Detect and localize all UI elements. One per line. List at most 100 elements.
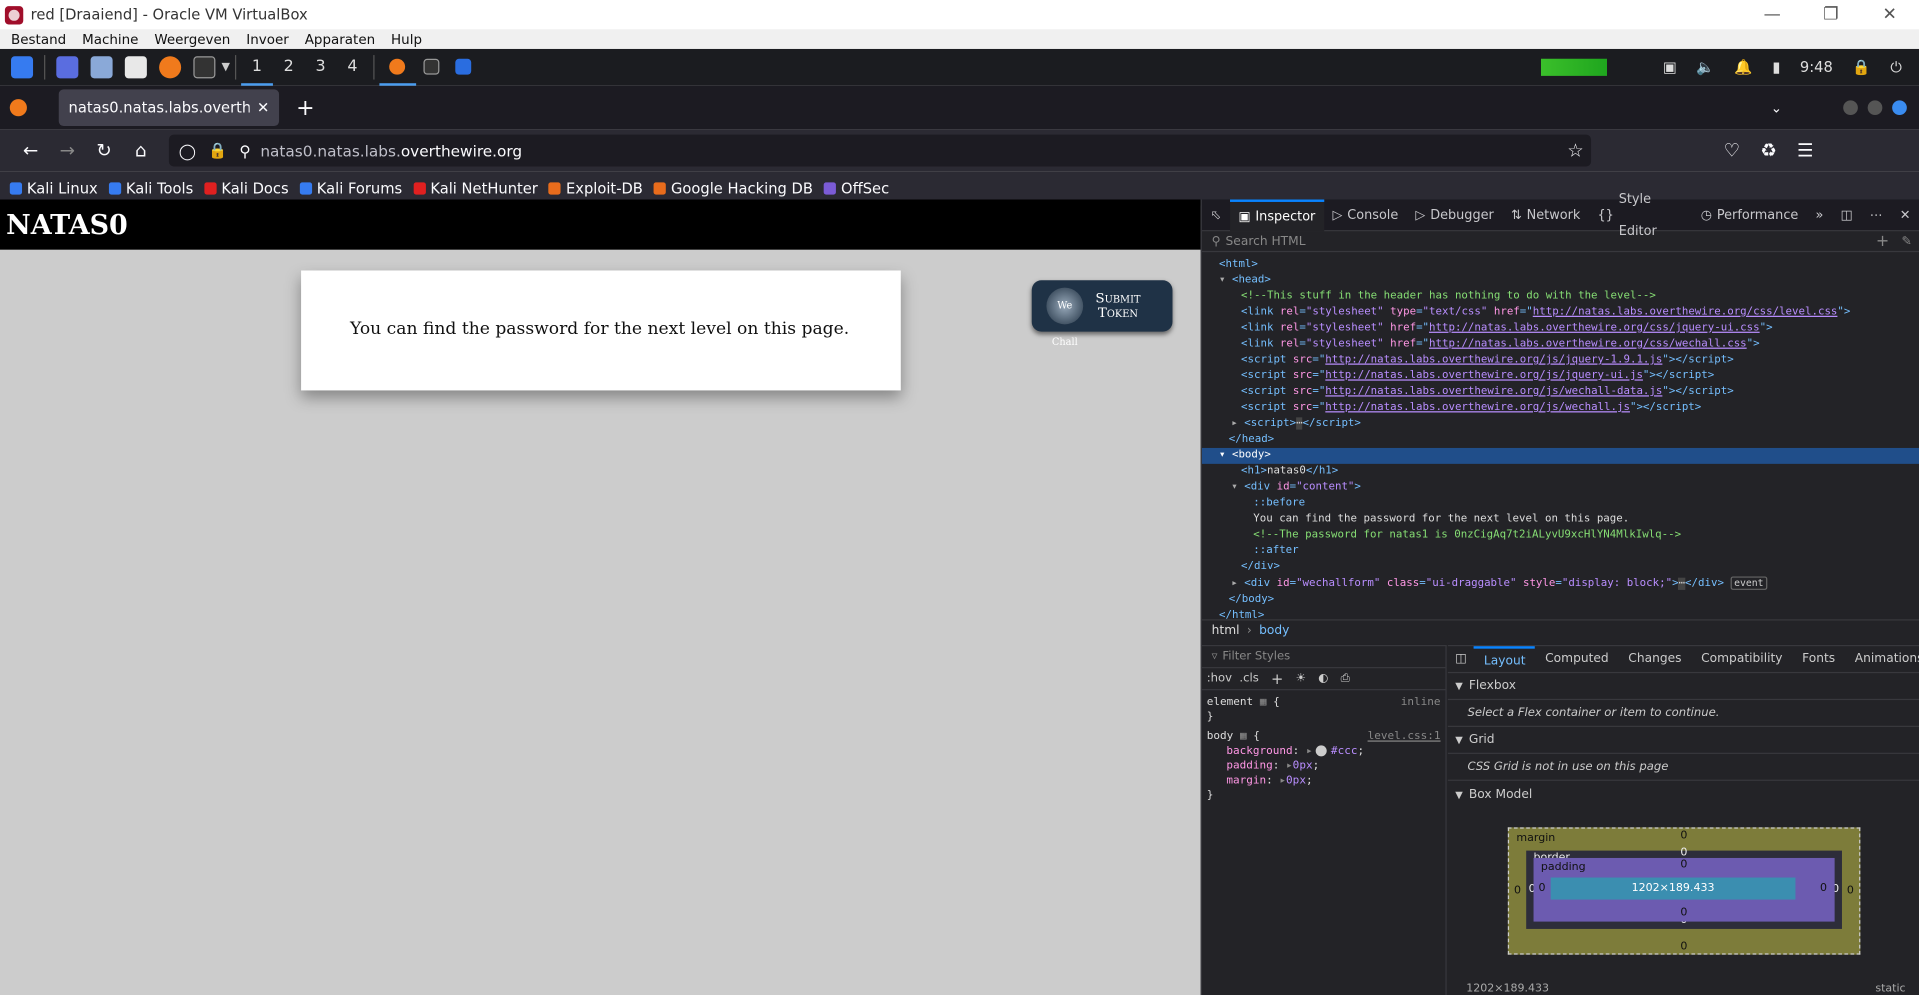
add-node-icon[interactable]: +: [1876, 232, 1889, 250]
element-picker-icon[interactable]: ⬁: [1202, 199, 1230, 231]
tree-node-link[interactable]: <link rel="stylesheet" type="text/css" h…: [1202, 305, 1919, 321]
tree-node-content[interactable]: ▾ <div id="content">: [1202, 480, 1919, 496]
workspace-3[interactable]: 3: [305, 49, 337, 86]
submit-token-button[interactable]: We Chall Submit Token: [1031, 280, 1173, 348]
padding-bottom-value[interactable]: 0: [1680, 907, 1687, 919]
close-icon[interactable]: ✕: [1860, 5, 1919, 25]
src-link[interactable]: http://natas.labs.overthewire.org/js/jqu…: [1325, 354, 1662, 366]
restore-icon[interactable]: ❐: [1802, 5, 1861, 25]
tab-animations[interactable]: Animations: [1845, 646, 1919, 673]
padding-right-value[interactable]: 0: [1820, 882, 1827, 894]
tree-pseudo-after[interactable]: ::after: [1202, 543, 1919, 559]
expand-arrow-icon[interactable]: ▾: [1219, 449, 1232, 461]
clock[interactable]: 9:48: [1800, 59, 1833, 76]
firefox-view-icon[interactable]: [9, 99, 27, 117]
padding-top-value[interactable]: 0: [1680, 859, 1687, 871]
tab-natas0[interactable]: natas0.natas.labs.overthewire.org ✕: [58, 89, 280, 127]
tab-layout[interactable]: Layout: [1474, 645, 1536, 673]
file-manager-icon[interactable]: [90, 56, 113, 79]
volume-icon[interactable]: 🔈: [1696, 59, 1714, 76]
prop-background[interactable]: background: ▸ #ccc;: [1207, 744, 1441, 759]
bookmark-google-hacking-db[interactable]: Google Hacking DB: [653, 180, 813, 197]
light-mode-icon[interactable]: ☀: [1296, 672, 1306, 685]
home-icon[interactable]: ⌂: [122, 140, 159, 162]
workspace-4[interactable]: 4: [336, 49, 368, 86]
cls-toggle[interactable]: .cls: [1239, 672, 1258, 685]
list-tabs-chevron-icon[interactable]: ⌄: [1771, 100, 1782, 116]
dock-icon[interactable]: ◫: [1832, 199, 1861, 231]
tab-fonts[interactable]: Fonts: [1792, 646, 1845, 673]
minimize-dot-icon[interactable]: [1843, 100, 1858, 116]
back-icon[interactable]: ←: [12, 140, 49, 162]
href-link[interactable]: http://natas.labs.overthewire.org/css/le…: [1533, 306, 1838, 318]
lock-icon[interactable]: 🔒: [1852, 59, 1870, 76]
tab-changes[interactable]: Changes: [1618, 646, 1691, 673]
url-bar[interactable]: ◯ 🔒 ⚲ natas0.natas.labs. overthewire.org…: [168, 134, 1592, 167]
tree-node-link[interactable]: <link rel="stylesheet" href="http://nata…: [1202, 321, 1919, 337]
bookmark-star-icon[interactable]: ☆: [1567, 140, 1583, 162]
filter-styles-input[interactable]: ▿ Filter Styles: [1201, 646, 1446, 669]
tree-node-head[interactable]: ▾ <head>: [1202, 273, 1919, 289]
tree-node-wechallform[interactable]: ▸ <div id="wechallform" class="ui-dragga…: [1202, 575, 1919, 592]
bookmark-exploit-db[interactable]: Exploit-DB: [548, 180, 643, 197]
tab-console[interactable]: ▷ Console: [1324, 199, 1407, 231]
tree-node-h1[interactable]: <h1>natas0</h1>: [1202, 464, 1919, 480]
margin-top-value[interactable]: 0: [1680, 830, 1687, 842]
screen-icon[interactable]: ▣: [1663, 59, 1677, 76]
flexbox-section-header[interactable]: ▼ Flexbox: [1447, 673, 1919, 701]
margin-right-value[interactable]: 0: [1847, 885, 1854, 897]
breadcrumb-body[interactable]: body: [1259, 624, 1289, 637]
tree-node-script[interactable]: <script src="http://natas.labs.overthewi…: [1202, 368, 1919, 384]
tab-close-icon[interactable]: ✕: [257, 99, 269, 116]
tab-network[interactable]: ⇅ Network: [1502, 199, 1588, 231]
tree-node-script[interactable]: <script src="http://natas.labs.overthewi…: [1202, 384, 1919, 400]
href-link[interactable]: http://natas.labs.overthewire.org/css/we…: [1429, 338, 1747, 350]
bookmark-kali-forums[interactable]: Kali Forums: [299, 180, 402, 197]
color-swatch-icon[interactable]: [1316, 745, 1328, 757]
tree-password-comment[interactable]: <!--The password for natas1 is 0nzCigAq7…: [1202, 528, 1919, 544]
add-rule-icon[interactable]: +: [1271, 670, 1283, 687]
tree-node-inline-script[interactable]: ▸ <script>⋯</script>: [1202, 416, 1919, 432]
menu-apparaten[interactable]: Apparaten: [305, 31, 375, 47]
src-link[interactable]: http://natas.labs.overthewire.org/js/wec…: [1325, 401, 1630, 413]
prop-margin[interactable]: margin: ▸0px;: [1207, 774, 1441, 789]
tree-node-body[interactable]: ▾ <body>: [1201, 447, 1919, 464]
tab-inspector[interactable]: ▣ Inspector: [1229, 198, 1324, 231]
tree-node-script[interactable]: <script src="http://natas.labs.overthewi…: [1202, 352, 1919, 368]
src-link[interactable]: http://natas.labs.overthewire.org/js/jqu…: [1325, 370, 1643, 382]
print-icon[interactable]: ⎙: [1341, 672, 1350, 685]
bookmark-kali-docs[interactable]: Kali Docs: [204, 180, 289, 197]
chevron-down-icon[interactable]: ▼: [222, 61, 230, 73]
tab-performance[interactable]: ◷ Performance: [1692, 199, 1807, 231]
reload-icon[interactable]: ↻: [86, 140, 123, 162]
kali-menu-icon[interactable]: [11, 56, 34, 79]
shield-icon[interactable]: ◯: [179, 141, 196, 159]
extensions-icon[interactable]: ♻: [1750, 140, 1787, 162]
margin-bottom-value[interactable]: 0: [1680, 941, 1687, 953]
tree-node-link[interactable]: <link rel="stylesheet" href="http://nata…: [1202, 337, 1919, 353]
more-tabs-icon[interactable]: »: [1807, 199, 1832, 231]
lock-icon[interactable]: 🔒: [208, 141, 227, 161]
src-link[interactable]: http://natas.labs.overthewire.org/js/wec…: [1325, 386, 1662, 398]
tree-pseudo-before[interactable]: ::before: [1202, 496, 1919, 512]
menu-bestand[interactable]: Bestand: [11, 31, 66, 47]
tree-node-html[interactable]: <html>: [1202, 257, 1919, 273]
taskbar-terminal[interactable]: [416, 49, 448, 86]
search-html-input[interactable]: ⚲ Search HTML + ✎: [1201, 231, 1919, 253]
collapse-arrow-icon[interactable]: ▸: [1231, 417, 1244, 429]
tab-style-editor[interactable]: {} Style Editor: [1589, 192, 1692, 239]
menu-hulp[interactable]: Hulp: [391, 31, 422, 47]
text-editor-icon[interactable]: [124, 56, 147, 79]
breadcrumb-html[interactable]: html: [1212, 624, 1240, 637]
desktop-icon[interactable]: [56, 56, 79, 79]
collapse-arrow-icon[interactable]: ▸: [1231, 578, 1244, 590]
box-content-size[interactable]: 1202×189.433: [1550, 877, 1796, 900]
menu-hamburger-icon[interactable]: ☰: [1787, 140, 1824, 162]
bookmark-kali-nethunter[interactable]: Kali NetHunter: [413, 180, 538, 197]
expand-arrow-icon[interactable]: ▾: [1219, 274, 1232, 286]
eyedropper-icon[interactable]: ✎: [1901, 234, 1911, 247]
close-dot-icon[interactable]: [1892, 100, 1907, 116]
event-badge[interactable]: event: [1730, 576, 1768, 590]
power-icon[interactable]: ⏻: [1890, 58, 1902, 76]
tree-text-node[interactable]: You can find the password for the next l…: [1202, 512, 1919, 528]
